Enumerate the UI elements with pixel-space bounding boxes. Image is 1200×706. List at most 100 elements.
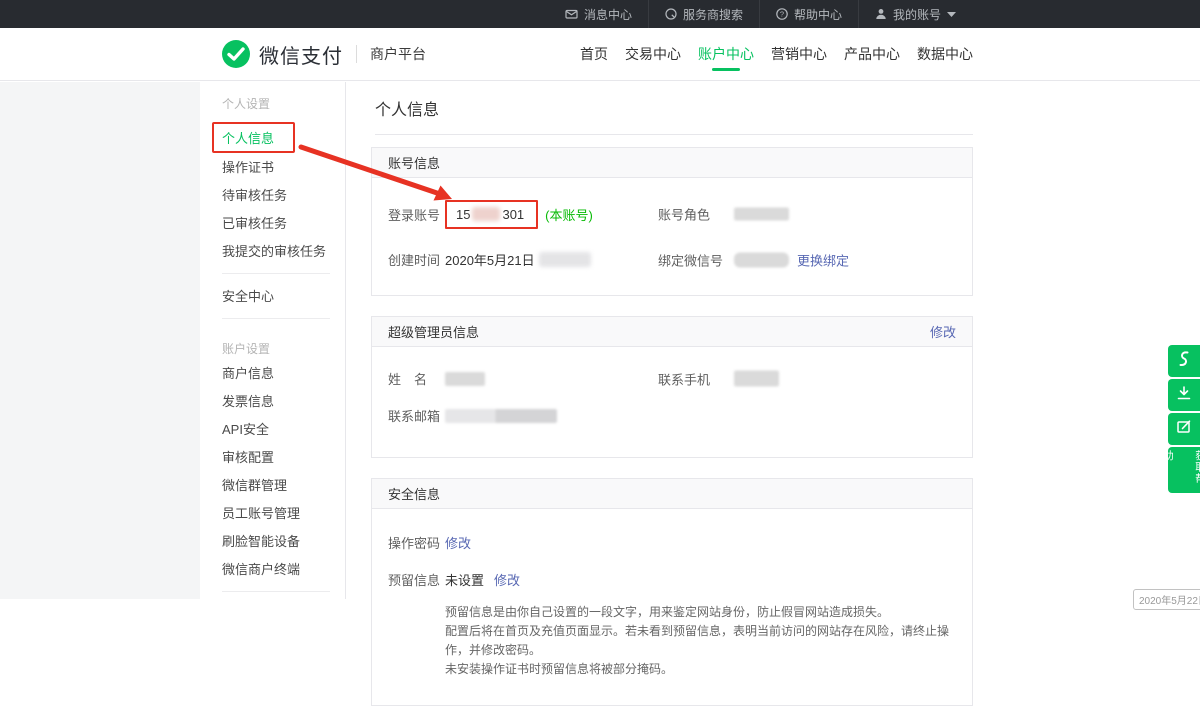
- current-account-tag: (本账号): [545, 205, 593, 224]
- user-icon: [875, 8, 887, 20]
- mail-icon: [565, 8, 578, 20]
- topbar-item-label: 帮助中心: [794, 6, 842, 23]
- edit-icon: [1176, 419, 1192, 440]
- topbar-item-label: 我的账号: [893, 6, 941, 23]
- brand-name: 微信支付: [259, 40, 343, 69]
- login-account-value-suffix: 301: [502, 207, 524, 222]
- main-content: 个人信息 账号信息 登录账号 15 301 (本账号) 账号角色 创建时: [346, 82, 1200, 599]
- security-info-card-title: 安全信息: [388, 484, 440, 503]
- nav-transaction-center[interactable]: 交易中心: [625, 28, 681, 80]
- left-margin: [0, 82, 200, 599]
- sidebar-item-reviewed-tasks[interactable]: 已审核任务: [222, 217, 345, 231]
- bound-wechat-label: 绑定微信号: [658, 250, 734, 269]
- bound-wechat-redacted: [734, 252, 789, 267]
- super-admin-card-header: 超级管理员信息 修改: [372, 317, 972, 347]
- page-title: 个人信息: [375, 102, 1200, 120]
- download-icon: [1176, 385, 1192, 406]
- download-button[interactable]: [1168, 379, 1200, 411]
- nav-account-center[interactable]: 账户中心: [698, 28, 754, 80]
- sidebar-section-account-settings: 账户设置: [222, 343, 345, 355]
- sidebar-divider: [222, 318, 330, 319]
- reserved-info-label: 预留信息: [388, 570, 445, 589]
- sidebar-divider: [222, 273, 330, 274]
- account-info-card: 账号信息 登录账号 15 301 (本账号) 账号角色 创建时间 2020年5月…: [371, 147, 973, 296]
- nav-data-center[interactable]: 数据中心: [917, 28, 973, 80]
- annotation-red-box-login: 15 301: [445, 200, 538, 229]
- reserved-info-desc-line1: 预留信息是由你自己设置的一段文字，用来鉴定网站身份，防止假冒网站造成损失。: [445, 603, 956, 622]
- feedback-button[interactable]: [1168, 413, 1200, 445]
- date-tooltip: 2020年5月22日: [1133, 589, 1200, 610]
- page-header: 微信支付 商户平台 首页 交易中心 账户中心 营销中心 产品中心 数据中心: [0, 28, 1200, 81]
- brand-separator: [356, 45, 357, 63]
- title-divider: [375, 134, 973, 135]
- sidebar-item-merchant-terminal[interactable]: 微信商户终端: [222, 563, 345, 577]
- topbar-item-label: 服务商搜索: [683, 6, 743, 23]
- account-role-redacted: [734, 208, 789, 221]
- hotline-button[interactable]: [1168, 345, 1200, 377]
- topbar-item-help-center[interactable]: ? 帮助中心: [759, 0, 858, 28]
- created-time-redacted: [539, 252, 591, 267]
- portal-name: 商户平台: [370, 44, 426, 64]
- floating-help-widget: 获取帮助: [1168, 345, 1200, 493]
- topbar-item-sp-search[interactable]: 服务商搜索: [648, 0, 759, 28]
- get-help-button[interactable]: 获取帮助: [1168, 447, 1200, 493]
- sidebar-item-review-config[interactable]: 审核配置: [222, 451, 345, 465]
- super-admin-card: 超级管理员信息 修改 姓 名 联系手机 联系邮箱: [371, 316, 973, 458]
- reserved-info-edit-link[interactable]: 修改: [494, 570, 520, 589]
- sidebar-item-security-center[interactable]: 安全中心: [222, 290, 345, 304]
- nav-home[interactable]: 首页: [580, 28, 608, 80]
- account-role-label: 账号角色: [658, 205, 734, 224]
- created-time-label: 创建时间: [388, 250, 445, 269]
- security-info-card-header: 安全信息: [372, 479, 972, 509]
- account-info-card-title: 账号信息: [388, 153, 440, 172]
- brand[interactable]: 微信支付 商户平台: [222, 28, 426, 80]
- sidebar-item-operation-certificate[interactable]: 操作证书: [222, 161, 345, 175]
- sidebar-item-pending-review-tasks[interactable]: 待审核任务: [222, 189, 345, 203]
- topbar-item-messages[interactable]: 消息中心: [549, 0, 648, 28]
- sidebar-item-merchant-info[interactable]: 商户信息: [222, 367, 345, 381]
- sidebar-section-personal-settings: 个人设置: [222, 98, 345, 110]
- sidebar: 个人设置 个人信息 操作证书 待审核任务 已审核任务 我提交的审核任务 安全中心…: [200, 82, 346, 599]
- super-admin-card-title: 超级管理员信息: [388, 322, 479, 341]
- reserved-info-desc-line2: 配置后将在首页及充值页面显示。若未看到预留信息，表明当前访问的网站存在风险，请终…: [445, 622, 956, 660]
- admin-phone-redacted: [734, 371, 779, 387]
- account-info-card-header: 账号信息: [372, 148, 972, 178]
- sidebar-item-invoice-info[interactable]: 发票信息: [222, 395, 345, 409]
- admin-email-redacted: [445, 409, 557, 423]
- sidebar-item-staff-account-mgmt[interactable]: 员工账号管理: [222, 507, 345, 521]
- admin-email-label: 联系邮箱: [388, 406, 445, 425]
- topbar: 消息中心 服务商搜索 ? 帮助中心 我的账号: [0, 0, 1200, 28]
- created-time-value: 2020年5月21日: [445, 250, 535, 269]
- nav-marketing-center[interactable]: 营销中心: [771, 28, 827, 80]
- chevron-down-icon: [947, 12, 956, 17]
- topbar-item-label: 消息中心: [584, 6, 632, 23]
- admin-name-redacted: [445, 372, 485, 386]
- sidebar-item-my-submitted-tasks[interactable]: 我提交的审核任务: [222, 245, 345, 259]
- topbar-item-my-account[interactable]: 我的账号: [858, 0, 972, 28]
- admin-name-label: 姓 名: [388, 369, 445, 388]
- reserved-info-status: 未设置: [445, 570, 484, 589]
- search-icon: [665, 8, 677, 20]
- reserved-info-desc-line3: 未安装操作证书时预留信息将被部分掩码。: [445, 660, 956, 679]
- sidebar-divider: [222, 591, 330, 592]
- sidebar-item-face-device[interactable]: 刷脸智能设备: [222, 535, 345, 549]
- operation-password-edit-link[interactable]: 修改: [445, 533, 471, 552]
- svg-text:?: ?: [780, 10, 784, 19]
- annotation-red-box-sidebar: 个人信息: [212, 122, 295, 153]
- security-info-card: 安全信息 操作密码 修改 预留信息 未设置 修改 预留信息是由你自己设置的一段文…: [371, 478, 973, 706]
- reserved-info-description: 预留信息是由你自己设置的一段文字，用来鉴定网站身份，防止假冒网站造成损失。 配置…: [445, 603, 956, 679]
- nav-product-center[interactable]: 产品中心: [844, 28, 900, 80]
- main-nav: 首页 交易中心 账户中心 营销中心 产品中心 数据中心: [580, 28, 973, 80]
- sidebar-item-api-security[interactable]: API安全: [222, 423, 345, 437]
- question-icon: ?: [776, 8, 788, 20]
- login-account-label: 登录账号: [388, 205, 445, 224]
- operation-password-label: 操作密码: [388, 533, 445, 552]
- admin-phone-label: 联系手机: [658, 369, 734, 388]
- super-admin-edit-link[interactable]: 修改: [930, 322, 956, 341]
- login-account-redacted: [472, 207, 500, 221]
- rebind-link[interactable]: 更换绑定: [797, 250, 849, 269]
- sidebar-item-personal-info[interactable]: 个人信息: [222, 131, 274, 146]
- wechat-pay-logo-icon: [222, 40, 250, 68]
- login-account-value-prefix: 15: [456, 207, 470, 222]
- sidebar-item-wechat-group-mgmt[interactable]: 微信群管理: [222, 479, 345, 493]
